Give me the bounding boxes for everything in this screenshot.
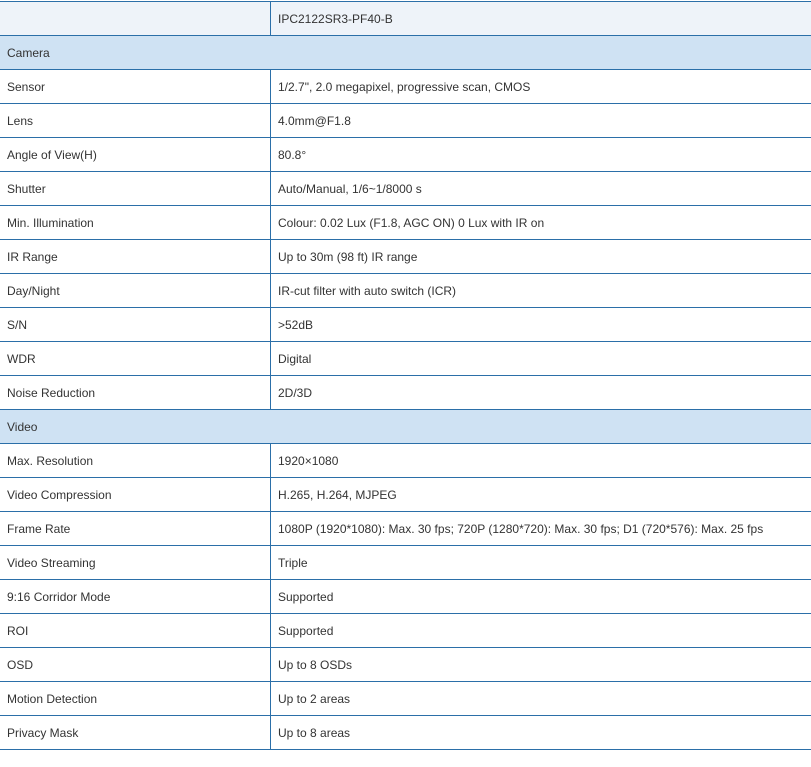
spec-value: 2D/3D xyxy=(271,376,811,410)
spec-label: 9:16 Corridor Mode xyxy=(0,580,271,614)
spec-row: Video StreamingTriple xyxy=(0,546,811,580)
spec-value: 80.8° xyxy=(271,138,811,172)
spec-label: Max. Resolution xyxy=(0,444,271,478)
section-row-camera: Camera xyxy=(0,36,811,70)
spec-row: Noise Reduction2D/3D xyxy=(0,376,811,410)
spec-value: 1080P (1920*1080): Max. 30 fps; 720P (12… xyxy=(271,512,811,546)
spec-row: ShutterAuto/Manual, 1/6~1/8000 s xyxy=(0,172,811,206)
spec-value: 1920×1080 xyxy=(271,444,811,478)
spec-row: Min. IlluminationColour: 0.02 Lux (F1.8,… xyxy=(0,206,811,240)
spec-row: Day/NightIR-cut filter with auto switch … xyxy=(0,274,811,308)
spec-value: >52dB xyxy=(271,308,811,342)
spec-value: Colour: 0.02 Lux (F1.8, AGC ON) 0 Lux wi… xyxy=(271,206,811,240)
header-empty-cell xyxy=(0,2,271,36)
spec-label: Min. Illumination xyxy=(0,206,271,240)
spec-label: Noise Reduction xyxy=(0,376,271,410)
section-title: Video xyxy=(0,410,811,444)
spec-label: Sensor xyxy=(0,70,271,104)
spec-label: OSD xyxy=(0,648,271,682)
spec-row: 9:16 Corridor ModeSupported xyxy=(0,580,811,614)
spec-value: Supported xyxy=(271,614,811,648)
spec-label: ROI xyxy=(0,614,271,648)
spec-row: Max. Resolution1920×1080 xyxy=(0,444,811,478)
spec-value: Supported xyxy=(271,580,811,614)
spec-label: Angle of View(H) xyxy=(0,138,271,172)
spec-label: Frame Rate xyxy=(0,512,271,546)
spec-row: WDRDigital xyxy=(0,342,811,376)
spec-table-body: IPC2122SR3-PF40-B CameraSensor1/2.7", 2.… xyxy=(0,2,811,750)
spec-value: 4.0mm@F1.8 xyxy=(271,104,811,138)
spec-value: Up to 30m (98 ft) IR range xyxy=(271,240,811,274)
spec-value: Auto/Manual, 1/6~1/8000 s xyxy=(271,172,811,206)
spec-row: Angle of View(H)80.8° xyxy=(0,138,811,172)
spec-row: IR RangeUp to 30m (98 ft) IR range xyxy=(0,240,811,274)
section-title: Camera xyxy=(0,36,811,70)
spec-row: OSDUp to 8 OSDs xyxy=(0,648,811,682)
spec-row: Lens4.0mm@F1.8 xyxy=(0,104,811,138)
spec-label: Day/Night xyxy=(0,274,271,308)
spec-table: IPC2122SR3-PF40-B CameraSensor1/2.7", 2.… xyxy=(0,1,811,750)
spec-label: Privacy Mask xyxy=(0,716,271,750)
spec-label: WDR xyxy=(0,342,271,376)
spec-label: Video Streaming xyxy=(0,546,271,580)
header-row: IPC2122SR3-PF40-B xyxy=(0,2,811,36)
spec-value: Up to 2 areas xyxy=(271,682,811,716)
spec-row: Frame Rate1080P (1920*1080): Max. 30 fps… xyxy=(0,512,811,546)
spec-label: IR Range xyxy=(0,240,271,274)
spec-label: Shutter xyxy=(0,172,271,206)
spec-row: Video CompressionH.265, H.264, MJPEG xyxy=(0,478,811,512)
spec-value: IR-cut filter with auto switch (ICR) xyxy=(271,274,811,308)
spec-row: S/N>52dB xyxy=(0,308,811,342)
spec-label: Motion Detection xyxy=(0,682,271,716)
spec-value: H.265, H.264, MJPEG xyxy=(271,478,811,512)
spec-row: ROISupported xyxy=(0,614,811,648)
spec-value: Up to 8 OSDs xyxy=(271,648,811,682)
model-name: IPC2122SR3-PF40-B xyxy=(271,2,811,36)
spec-row: Privacy MaskUp to 8 areas xyxy=(0,716,811,750)
spec-label: S/N xyxy=(0,308,271,342)
spec-value: Digital xyxy=(271,342,811,376)
spec-row: Sensor1/2.7", 2.0 megapixel, progressive… xyxy=(0,70,811,104)
spec-label: Video Compression xyxy=(0,478,271,512)
spec-value: 1/2.7", 2.0 megapixel, progressive scan,… xyxy=(271,70,811,104)
spec-row: Motion DetectionUp to 2 areas xyxy=(0,682,811,716)
spec-label: Lens xyxy=(0,104,271,138)
section-row-video: Video xyxy=(0,410,811,444)
spec-value: Up to 8 areas xyxy=(271,716,811,750)
spec-value: Triple xyxy=(271,546,811,580)
